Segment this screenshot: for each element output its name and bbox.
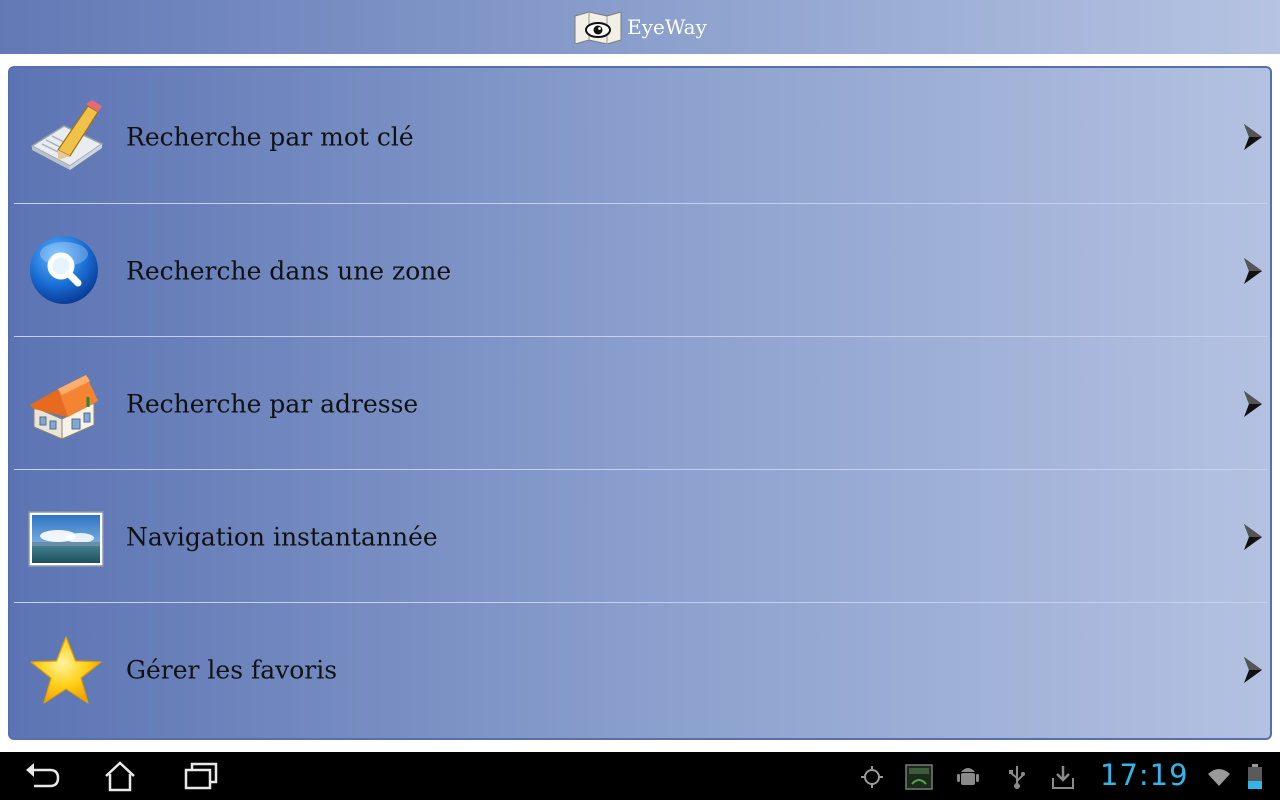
menu-item-instant-navigation[interactable]: Navigation instantannée <box>14 470 1268 603</box>
back-button[interactable] <box>22 760 62 792</box>
menu-item-label: Navigation instantannée <box>126 522 438 551</box>
menu-item-manage-favorites[interactable]: Gérer les favoris <box>14 603 1268 736</box>
app-logo: EyeWay <box>573 10 707 44</box>
house-icon <box>30 375 98 440</box>
menu-item-address-search[interactable]: Recherche par adresse <box>14 337 1268 470</box>
screenshot-notification-icon <box>905 764 933 790</box>
chevron-right-icon <box>1244 656 1262 683</box>
menu-item-label: Recherche dans une zone <box>126 256 452 285</box>
wifi-icon <box>1208 769 1230 786</box>
menu-item-keyword-search[interactable]: Recherche par mot clé <box>14 70 1268 203</box>
gps-icon <box>861 766 883 788</box>
chevron-right-icon <box>1244 123 1262 150</box>
recent-apps-button[interactable] <box>180 760 220 792</box>
usb-icon <box>1009 766 1025 789</box>
landscape-picture-icon <box>28 511 104 567</box>
menu-panel: Recherche par mot clé Recherche dans une… <box>8 66 1272 740</box>
eye-map-icon <box>574 11 622 44</box>
app-title: EyeWay <box>627 15 707 39</box>
menu-item-zone-search[interactable]: Recherche dans une zone <box>14 204 1268 337</box>
chevron-right-icon <box>1244 523 1262 550</box>
menu-item-label: Recherche par mot clé <box>126 122 414 151</box>
clock: 17:19 <box>1100 758 1189 792</box>
home-button[interactable] <box>100 760 140 792</box>
battery-icon <box>1248 764 1262 789</box>
download-icon <box>1052 766 1074 789</box>
title-bar: EyeWay <box>0 0 1280 54</box>
chevron-right-icon <box>1244 257 1262 284</box>
star-icon <box>30 636 102 704</box>
menu-item-label: Recherche par adresse <box>126 389 419 418</box>
menu-item-label: Gérer les favoris <box>126 655 338 684</box>
system-navigation-bar: 17:19 <box>0 752 1280 800</box>
magnifier-globe-icon <box>30 236 98 304</box>
chevron-right-icon <box>1244 390 1262 417</box>
android-debug-icon <box>957 768 979 785</box>
edit-note-icon <box>30 100 104 170</box>
